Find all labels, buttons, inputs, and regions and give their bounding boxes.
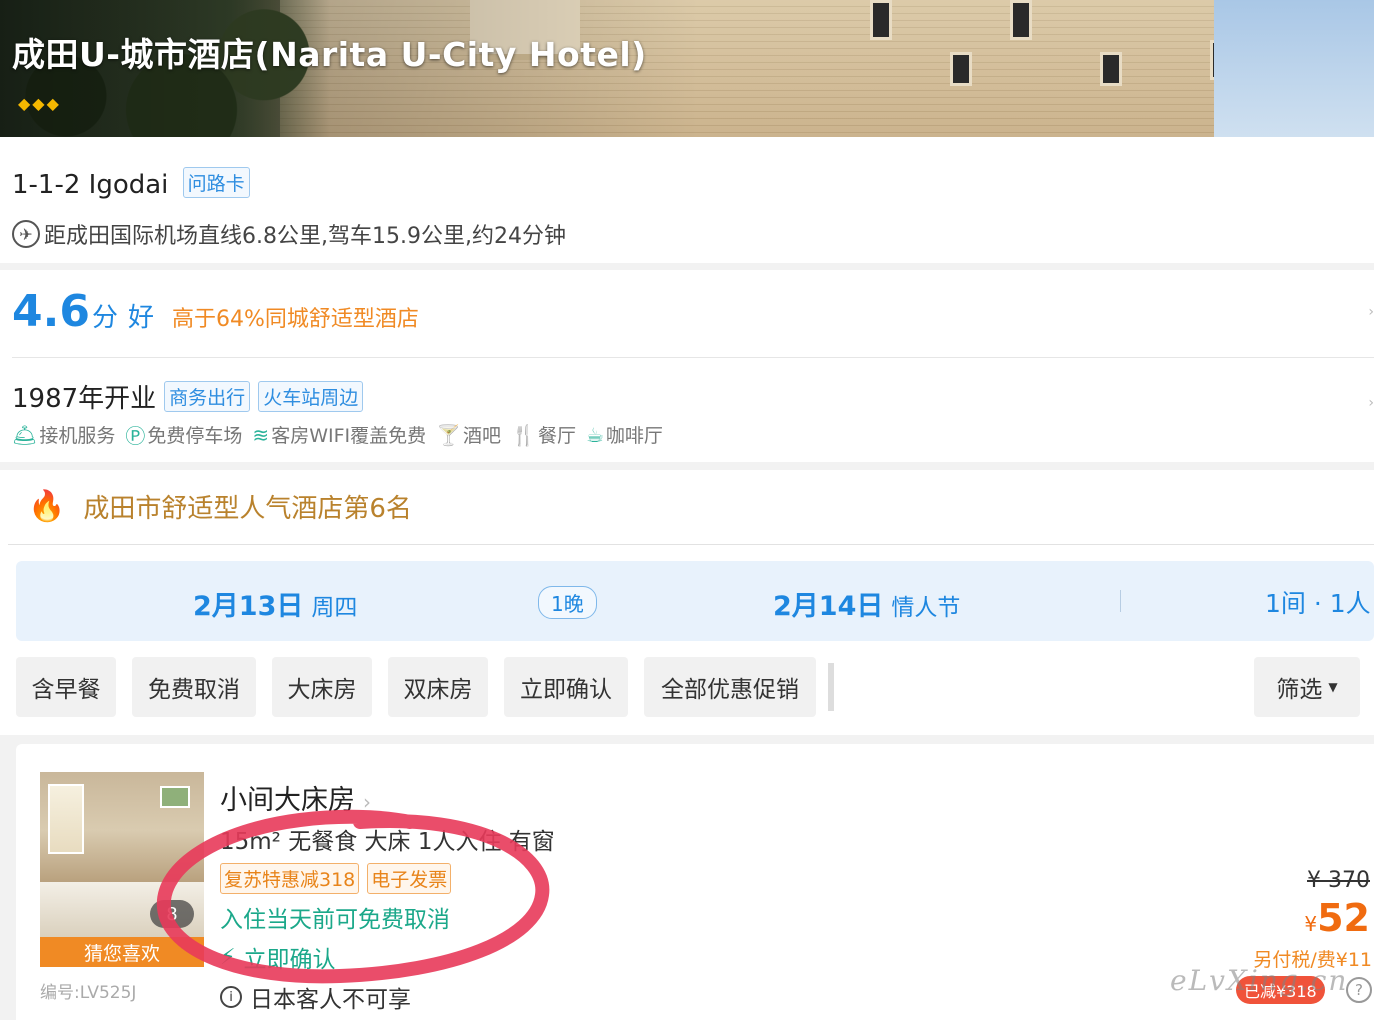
hotel-facilities-summary[interactable]: 1987年开业 商务出行 火车站周边 xyxy=(12,378,364,415)
filter-breakfast[interactable]: 含早餐 xyxy=(16,657,116,717)
tag-near-station: 火车站周边 xyxy=(258,381,364,412)
room-code: 编号:LV525J xyxy=(40,983,137,1003)
rooms-guests-selector[interactable]: 1间 · 1人 xyxy=(1265,584,1371,620)
window xyxy=(1100,52,1122,86)
price-value: 52 xyxy=(1317,896,1370,940)
airport-distance: ✈ 距成田国际机场直线6.8公里,驾车15.9公里,约24分钟 xyxy=(12,218,566,250)
window xyxy=(1010,0,1032,40)
amenity-label: 免费停车场 xyxy=(147,425,243,447)
chevron-right-icon: › xyxy=(363,790,371,814)
checkout-date[interactable]: 2月14日 情人节 xyxy=(773,584,960,623)
filter-all-promotions[interactable]: 全部优惠促销 xyxy=(644,657,816,717)
cafe-icon: ☕ xyxy=(585,422,604,447)
score-comparison: 高于64%同城舒适型酒店 xyxy=(171,307,419,332)
amenities-list: 🛎 接机服务 Ⓟ 免费停车场 ≋ 客房WIFI覆盖免费 🍸 酒吧 🍴 餐厅 ☕ 咖啡厅 xyxy=(12,420,663,449)
room-spec: 15m² 无餐食 大床 1人入住 有窗 xyxy=(220,829,555,855)
distance-text: 距成田国际机场直线6.8公里,驾车15.9公里,约24分钟 xyxy=(44,224,566,249)
instant-confirm: ⚡ 立即确认 xyxy=(220,940,335,974)
current-price: ¥52 xyxy=(1304,896,1370,940)
room-wall-picture xyxy=(160,786,190,808)
flame-icon: 🔥 xyxy=(28,489,66,524)
room-name[interactable]: 小间大床房 › xyxy=(220,778,371,817)
filter-king-bed[interactable]: 大床房 xyxy=(272,657,372,717)
window xyxy=(870,0,892,40)
bar-icon: 🍸 xyxy=(436,422,462,447)
checkin-date[interactable]: 2月13日 周四 xyxy=(193,584,357,623)
amenity-restaurant: 🍴 餐厅 xyxy=(511,421,576,448)
lightning-icon: ⚡ xyxy=(220,944,236,970)
filter-instant-confirm[interactable]: 立即确认 xyxy=(504,657,628,717)
room-tags: 复苏特惠减318 电子发票 xyxy=(220,863,452,894)
filter-twin-bed[interactable]: 双床房 xyxy=(388,657,488,717)
direction-card-button[interactable]: 问路卡 xyxy=(182,167,250,198)
hotel-title: 成田U-城市酒店(Narita U-City Hotel) xyxy=(12,35,647,74)
amenity-label: 酒吧 xyxy=(463,425,502,447)
amenity-parking: Ⓟ 免费停车场 xyxy=(125,420,242,449)
ranking-text: 成田市舒适型人气酒店第6名 xyxy=(83,494,412,524)
original-price: ¥ 370 xyxy=(1307,868,1370,893)
amenity-cafe: ☕ 咖啡厅 xyxy=(586,421,663,448)
amenity-label: 客房WIFI覆盖免费 xyxy=(271,425,427,447)
shuttle-icon: 🛎 xyxy=(12,422,38,447)
parking-icon: Ⓟ xyxy=(125,424,146,448)
filter-button-label: 筛选 xyxy=(1276,677,1323,703)
info-icon: i xyxy=(220,986,242,1008)
hotel-address: 1-1-2 Igodai 问路卡 xyxy=(12,167,250,201)
score-unit: 分 xyxy=(91,303,118,333)
amenity-shuttle: 🛎 接机服务 xyxy=(12,421,115,448)
window xyxy=(950,52,972,86)
wifi-icon: ≋ xyxy=(252,422,270,447)
amenity-wifi: ≋ 客房WIFI覆盖免费 xyxy=(252,421,426,448)
free-cancel-policy: 入住当天前可免费取消 xyxy=(220,907,450,933)
divider xyxy=(1120,590,1121,612)
filter-button[interactable]: 筛选 ▼ xyxy=(1254,657,1360,717)
room-window xyxy=(48,784,84,854)
review-score[interactable]: 4.6 分 好 高于64%同城舒适型酒店 xyxy=(12,286,419,337)
instant-confirm-label: 立即确认 xyxy=(243,947,336,973)
nights-badge: 1晚 xyxy=(538,586,597,619)
diamond-rating-icon: ◆◆◆ xyxy=(18,94,61,113)
address-text: 1-1-2 Igodai xyxy=(12,170,169,200)
filter-scroll-edge xyxy=(828,663,834,711)
score-label: 好 xyxy=(127,303,154,333)
restaurant-icon: 🍴 xyxy=(511,422,536,447)
guest-restriction[interactable]: i 日本客人不可享 xyxy=(220,980,411,1014)
checkout-weekday: 情人节 xyxy=(891,595,961,621)
filter-free-cancel[interactable]: 免费取消 xyxy=(132,657,256,717)
chevron-right-icon[interactable]: › xyxy=(1368,304,1374,320)
checkout-date-value: 2月14日 xyxy=(773,591,884,622)
checkin-date-value: 2月13日 xyxy=(193,591,304,622)
caret-down-icon: ▼ xyxy=(1328,680,1338,694)
recommend-badge: 猜您喜欢 xyxy=(40,937,204,967)
opened-year: 1987年开业 xyxy=(12,384,157,414)
airplane-icon: ✈ xyxy=(12,220,40,248)
sky xyxy=(1214,0,1374,137)
checkin-weekday: 周四 xyxy=(311,595,358,621)
score-value: 4.6 xyxy=(12,286,90,337)
amenity-label: 餐厅 xyxy=(537,425,576,447)
chevron-right-icon[interactable]: › xyxy=(1368,395,1374,411)
tag-business: 商务出行 xyxy=(164,381,251,412)
amenity-label: 咖啡厅 xyxy=(605,425,663,447)
currency-symbol: ¥ xyxy=(1304,912,1318,936)
invoice-tag: 电子发票 xyxy=(367,863,452,894)
watermark: eLvXing.cn xyxy=(1170,964,1349,997)
help-icon[interactable]: ? xyxy=(1346,977,1372,1003)
discount-tag: 复苏特惠减318 xyxy=(220,863,360,894)
amenity-label: 接机服务 xyxy=(39,425,116,447)
guest-restriction-text: 日本客人不可享 xyxy=(250,987,411,1013)
hotel-header-photo[interactable]: 成田U-城市酒店(Narita U-City Hotel) ◆◆◆ xyxy=(0,0,1374,137)
divider xyxy=(12,357,1374,358)
room-name-text: 小间大床房 xyxy=(220,785,355,816)
ranking-row[interactable]: 🔥 成田市舒适型人气酒店第6名 xyxy=(28,488,412,525)
photo-count-badge: 8 xyxy=(150,900,194,928)
amenity-bar: 🍸 酒吧 xyxy=(436,421,501,448)
